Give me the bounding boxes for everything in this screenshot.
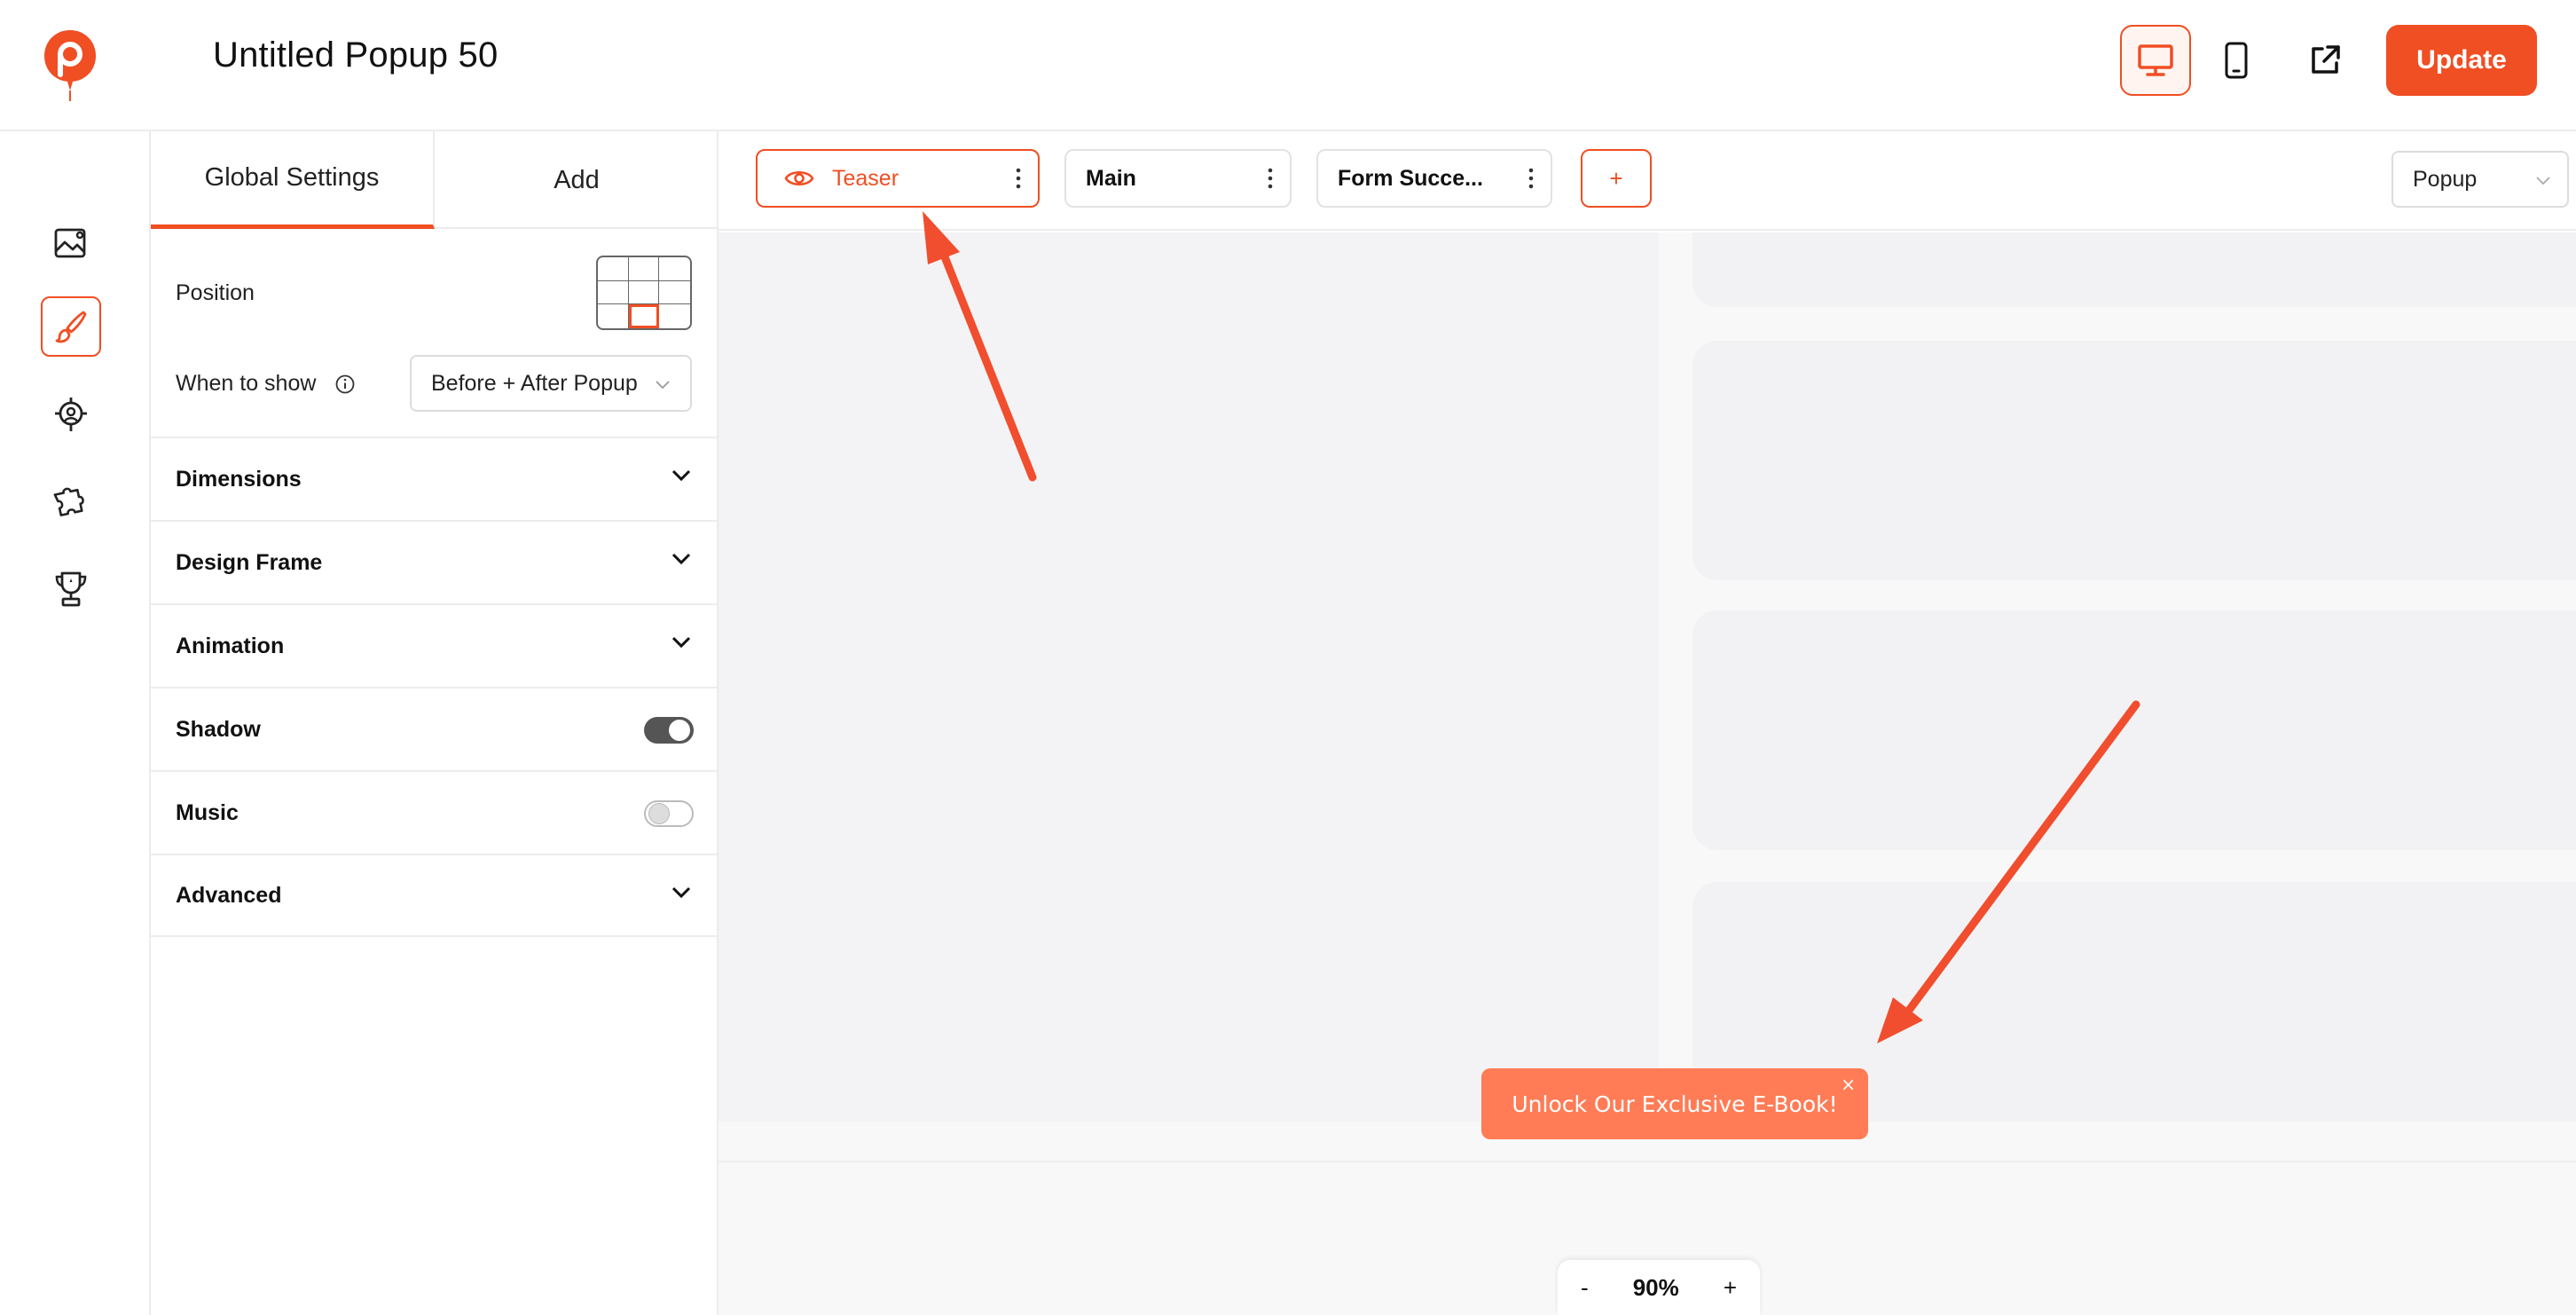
preview-button[interactable] [2294, 25, 2356, 96]
settings-panel: Global Settings Add Position When to sho… [151, 131, 719, 1315]
page-title[interactable]: Untitled Popup 50 [213, 35, 498, 75]
section-label: Shadow [176, 716, 261, 742]
position-cell[interactable] [628, 257, 660, 281]
position-cell[interactable] [628, 280, 660, 305]
mobile-view-button[interactable] [2205, 25, 2267, 96]
position-cell[interactable] [598, 280, 629, 305]
more-vertical-icon[interactable] [1015, 167, 1022, 190]
eye-icon[interactable] [784, 168, 814, 189]
section-music: Music [151, 770, 719, 854]
tab-global-settings[interactable]: Global Settings [151, 131, 435, 229]
add-step-button[interactable]: + [1581, 149, 1652, 208]
section-label: Advanced [176, 882, 282, 908]
chevron-down-icon [2536, 177, 2550, 185]
trophy-icon [55, 571, 87, 607]
section-design-frame[interactable]: Design Frame [151, 520, 719, 603]
external-link-icon [2312, 45, 2340, 74]
rail-item-integrations[interactable] [41, 472, 101, 532]
when-to-show-select[interactable]: Before + After Popup [410, 355, 692, 412]
zoom-level: 90% [1632, 1273, 1679, 1301]
shadow-toggle[interactable] [644, 717, 694, 744]
section-label: Dimensions [176, 466, 302, 492]
tab-add[interactable]: Add [435, 131, 719, 229]
chevron-down-icon [671, 553, 691, 565]
preview-stage [719, 232, 2576, 1162]
section-animation[interactable]: Animation [151, 603, 719, 687]
step-main[interactable]: Main [1064, 149, 1292, 208]
placeholder-block [1692, 610, 2576, 850]
zoom-control: - 90% + [1558, 1260, 1760, 1315]
section-label: Animation [176, 633, 285, 658]
position-cell[interactable] [598, 304, 629, 328]
placeholder-area [719, 232, 1659, 1122]
editor-canvas[interactable] [719, 232, 2576, 1315]
section-advanced[interactable]: Advanced [151, 854, 719, 937]
position-label: Position [176, 280, 255, 305]
step-teaser[interactable]: Teaser [756, 149, 1040, 208]
zoom-out-button[interactable]: - [1581, 1274, 1589, 1302]
placeholder-block [1692, 232, 2576, 307]
music-toggle[interactable] [644, 800, 694, 827]
position-cell-selected[interactable] [628, 304, 660, 328]
section-label: Design Frame [176, 549, 323, 575]
more-vertical-icon[interactable] [1267, 167, 1274, 190]
update-button[interactable]: Update [2386, 25, 2537, 96]
zoom-in-button[interactable]: + [1724, 1274, 1737, 1302]
popup-type-select[interactable]: Popup [2391, 151, 2569, 208]
chevron-down-icon [671, 886, 691, 899]
puzzle-icon [53, 487, 84, 516]
position-grid[interactable] [596, 256, 692, 330]
popup-type-value: Popup [2413, 166, 2478, 192]
when-to-show-label: When to show [176, 371, 356, 397]
icon-rail [0, 131, 151, 1315]
brush-icon [55, 311, 87, 343]
step-label: Main [1086, 165, 1136, 191]
more-vertical-icon[interactable] [1528, 167, 1535, 190]
position-cell[interactable] [659, 257, 690, 281]
teaser-popup[interactable]: Unlock Our Exclusive E-Book! × [1481, 1068, 1868, 1139]
when-to-show-value: Before + After Popup [431, 370, 638, 396]
step-form-success[interactable]: Form Succe... [1316, 149, 1552, 208]
placeholder-block [1692, 341, 2576, 580]
step-label: Teaser [832, 165, 899, 191]
info-icon[interactable] [334, 374, 356, 395]
step-label: Form Succe... [1338, 165, 1483, 191]
close-icon[interactable]: × [1841, 1074, 1856, 1095]
chevron-down-icon [671, 636, 691, 649]
chevron-down-icon [656, 381, 670, 390]
rail-item-targeting[interactable] [41, 385, 101, 445]
panel-tabs: Global Settings Add [151, 131, 719, 229]
mobile-icon [2225, 42, 2248, 79]
position-cell[interactable] [659, 281, 690, 305]
when-to-show-text: When to show [176, 371, 317, 396]
chevron-down-icon [671, 469, 691, 482]
teaser-text: Unlock Our Exclusive E-Book! [1512, 1091, 1838, 1117]
position-cell[interactable] [659, 304, 690, 328]
top-bar: Untitled Popup 50 Update [0, 0, 2576, 131]
desktop-view-button[interactable] [2120, 25, 2191, 96]
section-dimensions[interactable]: Dimensions [151, 437, 719, 520]
rail-item-images[interactable] [41, 213, 101, 273]
rail-item-design[interactable] [41, 296, 101, 357]
logo-icon[interactable] [41, 28, 99, 103]
image-icon [54, 228, 86, 258]
desktop-icon [2138, 44, 2173, 76]
section-label: Music [176, 799, 239, 825]
rail-item-goals[interactable] [41, 559, 101, 619]
target-icon [55, 398, 87, 431]
step-bar: Teaser Main Form Succe... + Popup [719, 131, 2576, 231]
position-cell[interactable] [598, 257, 629, 281]
section-shadow: Shadow [151, 687, 719, 770]
